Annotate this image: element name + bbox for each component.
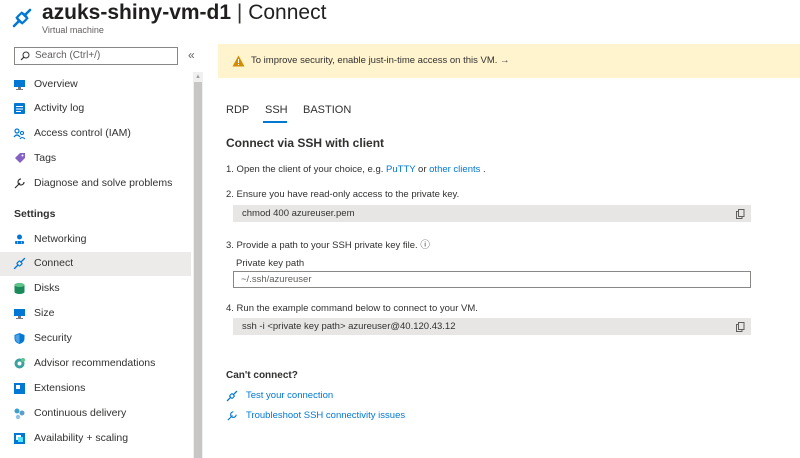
search-input[interactable]: Search (Ctrl+/) (14, 47, 178, 65)
chmod-command-box: chmod 400 azureuser.pem (233, 205, 751, 222)
connect-plug-icon (12, 8, 32, 28)
cant-connect-heading: Can't connect? (226, 370, 298, 381)
resource-type: Virtual machine (42, 25, 104, 35)
sidebar-item-access-control[interactable]: Access control (IAM) (0, 122, 191, 146)
test-connection-label: Test your connection (246, 390, 334, 401)
collapse-sidebar-button[interactable]: « (188, 48, 195, 62)
wrench-icon (14, 178, 25, 189)
sidebar-item-label: Availability + scaling (34, 432, 129, 444)
active-tab-indicator (263, 121, 287, 123)
step-1-suffix: . (480, 164, 486, 175)
tab-bastion[interactable]: BASTION (303, 104, 351, 116)
sidebar-item-label: Connect (34, 257, 74, 269)
copy-icon[interactable] (736, 322, 745, 332)
sidebar-item-label: Disks (34, 282, 60, 294)
putty-link[interactable]: PuTTY (386, 164, 415, 175)
tab-ssh[interactable]: SSH (265, 104, 288, 116)
tab-rdp[interactable]: RDP (226, 104, 249, 116)
sidebar-item-label: Overview (34, 78, 78, 90)
networking-icon (15, 234, 24, 244)
sidebar-item-label: Security (34, 332, 72, 344)
people-icon (13, 128, 26, 140)
troubleshoot-label: Troubleshoot SSH connectivity issues (246, 410, 406, 421)
banner-text: To improve security, enable just-in-time… (251, 55, 510, 66)
search-icon (20, 51, 30, 61)
sidebar-item-connect[interactable]: Connect (0, 252, 191, 276)
advisor-icon (14, 358, 25, 369)
sidebar-item-label: Extensions (34, 382, 86, 394)
monitor-icon (14, 309, 25, 319)
sidebar-item-security[interactable]: Security (0, 327, 191, 351)
sidebar-item-disks[interactable]: Disks (0, 277, 191, 301)
sidebar-item-tags[interactable]: Tags (0, 147, 191, 171)
sidebar-item-label: Diagnose and solve problems (34, 177, 173, 189)
step-1-or: or (415, 164, 430, 175)
shield-icon (14, 333, 25, 344)
step-1-text: 1. Open the client of your choice, e.g. (226, 164, 387, 175)
sidebar-item-label: Continuous delivery (34, 407, 127, 419)
scroll-up-arrow-icon[interactable]: ▲ (193, 74, 203, 80)
sidebar-item-networking[interactable]: Networking (0, 228, 191, 252)
tag-icon (15, 153, 25, 163)
wrench-icon (227, 411, 237, 421)
sidebar-item-label: Advisor recommendations (34, 357, 156, 369)
scroll-thumb[interactable] (194, 82, 202, 458)
page-header: azuks-shiny-vm-d1 | Connect Virtual mach… (0, 0, 800, 40)
sidebar-item-size[interactable]: Size (0, 302, 191, 326)
ssh-command-box: ssh -i <private key path> azureuser@40.1… (233, 318, 751, 335)
sidebar-item-diagnose[interactable]: Diagnose and solve problems (0, 172, 191, 196)
ssh-command: ssh -i <private key path> azureuser@40.1… (242, 321, 456, 332)
ssh-section-title: Connect via SSH with client (226, 136, 385, 150)
step-4: 4. Run the example command below to conn… (226, 303, 478, 314)
sidebar-item-availability[interactable]: Availability + scaling (0, 427, 191, 451)
private-key-path-label: Private key path (236, 258, 305, 269)
availability-icon (14, 433, 25, 444)
copy-icon[interactable] (736, 209, 745, 219)
monitor-icon (14, 80, 25, 90)
step-2: 2. Ensure you have read-only access to t… (226, 189, 460, 200)
other-clients-link[interactable]: other clients (429, 164, 480, 175)
sidebar-item-label: Networking (34, 233, 87, 245)
connect-plug-icon (226, 390, 238, 402)
page-title: azuks-shiny-vm-d1 | Connect (42, 1, 326, 25)
settings-heading: Settings (14, 208, 56, 220)
sidebar-scrollbar[interactable]: ▲ (193, 72, 203, 458)
warning-icon (232, 55, 245, 67)
private-key-path-input[interactable]: ~/.ssh/azureuser (233, 271, 751, 288)
sidebar-item-label: Tags (34, 152, 57, 164)
extensions-icon (14, 383, 25, 394)
jit-access-banner[interactable]: To improve security, enable just-in-time… (218, 44, 800, 78)
disk-icon (14, 283, 25, 294)
private-key-path-value: ~/.ssh/azureuser (241, 274, 312, 285)
sidebar-item-label: Activity log (34, 102, 85, 114)
sidebar-item-extensions[interactable]: Extensions (0, 377, 191, 401)
sidebar-item-label: Access control (IAM) (34, 127, 131, 139)
title-separator: | (231, 1, 249, 24)
sidebar-item-activity-log[interactable]: Activity log (0, 97, 191, 121)
blade-name: Connect (248, 1, 327, 24)
step-1: 1. Open the client of your choice, e.g. … (226, 164, 486, 175)
search-placeholder: Search (Ctrl+/) (35, 50, 101, 61)
sidebar-item-label: Size (34, 307, 55, 319)
sidebar-item-overview[interactable]: Overview (0, 73, 191, 97)
sidebar-item-advisor[interactable]: Advisor recommendations (0, 352, 191, 376)
chmod-command: chmod 400 azureuser.pem (242, 208, 355, 219)
sidebar-item-continuous-delivery[interactable]: Continuous delivery (0, 402, 191, 426)
activity-log-icon (14, 103, 25, 114)
connect-plug-icon (13, 257, 26, 270)
sidebar: Search (Ctrl+/) « ▲ Overview Activity lo… (0, 40, 203, 458)
step-3: 3. Provide a path to your SSH private ke… (226, 240, 430, 251)
vm-name: azuks-shiny-vm-d1 (42, 1, 232, 24)
continuous-delivery-icon (14, 408, 25, 420)
